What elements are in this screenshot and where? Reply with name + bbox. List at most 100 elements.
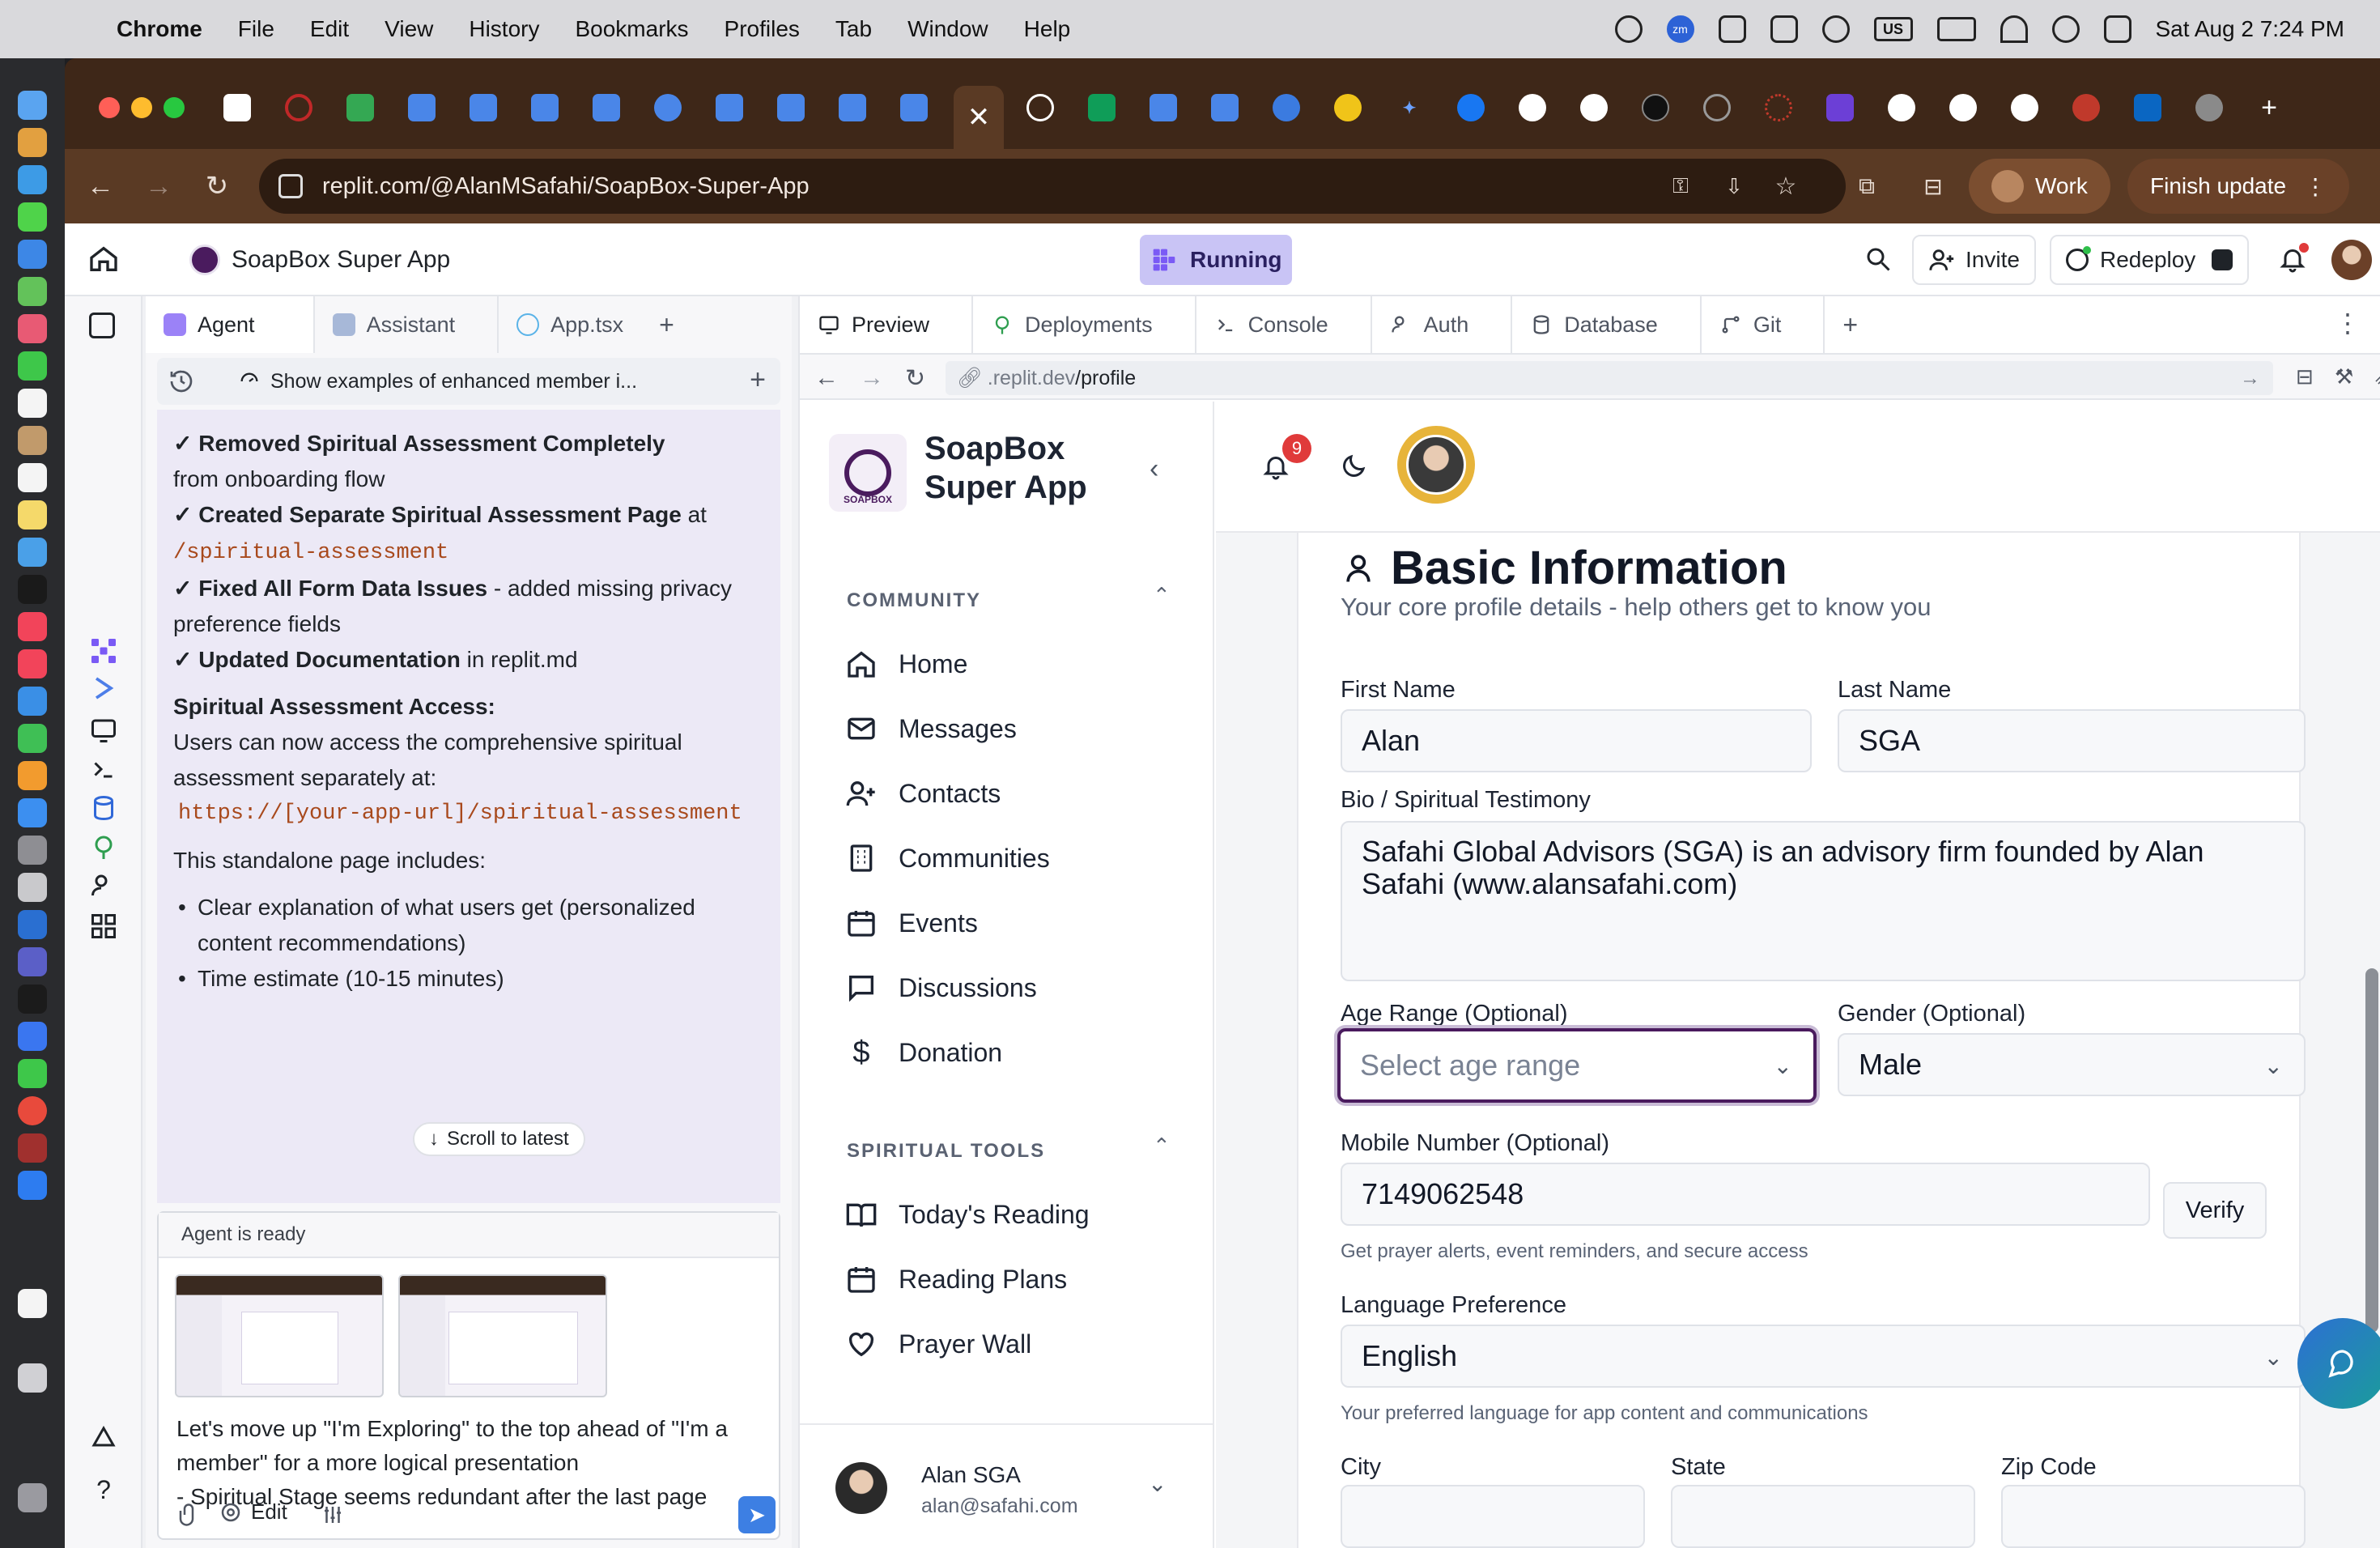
- menu-file[interactable]: File: [238, 16, 274, 42]
- nav-donation[interactable]: $ Donation: [845, 1028, 1002, 1077]
- menu-profiles[interactable]: Profiles: [725, 16, 800, 42]
- input-source-icon[interactable]: US: [1873, 17, 1913, 41]
- nav-communities[interactable]: Communities: [845, 834, 1050, 882]
- tab-database[interactable]: Database: [1512, 296, 1702, 353]
- profile-avatar[interactable]: [1397, 426, 1475, 504]
- bookmark-star-icon[interactable]: ☆: [1770, 170, 1802, 202]
- attach-icon[interactable]: [176, 1503, 201, 1527]
- tab-icon[interactable]: [1765, 94, 1792, 121]
- chevron-up-icon[interactable]: ⌃: [1153, 1133, 1171, 1159]
- sliders-icon[interactable]: [321, 1503, 345, 1527]
- document-icon[interactable]: [18, 1289, 47, 1318]
- play-icon[interactable]: [1821, 15, 1850, 43]
- tab-icon[interactable]: [1703, 94, 1731, 121]
- preview-url-input[interactable]: 🔗︎ .replit.dev /profile →: [946, 361, 2273, 395]
- sheets-tab-icon[interactable]: [1088, 94, 1116, 121]
- outlook-icon[interactable]: [1718, 15, 1746, 43]
- tab-icon[interactable]: [1273, 94, 1300, 121]
- run-status-button[interactable]: Running: [1140, 235, 1292, 285]
- preview-forward-icon[interactable]: →: [860, 364, 884, 392]
- preview-rail-icon[interactable]: [89, 716, 118, 745]
- control-center-icon[interactable]: [2103, 15, 2131, 43]
- extensions-icon[interactable]: ⧉: [1851, 170, 1883, 202]
- google-tab-icon[interactable]: [1888, 94, 1915, 121]
- nav-reading-plans[interactable]: Reading Plans: [845, 1255, 1067, 1303]
- mobile-input[interactable]: 7149062548: [1341, 1163, 2150, 1226]
- tab-agent[interactable]: Agent: [146, 296, 315, 353]
- messages-icon[interactable]: [18, 202, 47, 232]
- first-name-input[interactable]: Alan: [1341, 709, 1812, 772]
- docs-tab-icon[interactable]: [408, 94, 436, 121]
- music-icon[interactable]: [18, 612, 47, 641]
- nav-prayer-wall[interactable]: Prayer Wall: [845, 1320, 1031, 1368]
- launchpad-icon[interactable]: [18, 128, 47, 157]
- drive-tab-icon[interactable]: [346, 94, 374, 121]
- reload-icon[interactable]: ↻: [201, 170, 233, 202]
- chevron-up-icon[interactable]: ⌃: [1153, 583, 1171, 608]
- tab-icon[interactable]: [654, 94, 682, 121]
- signal-icon[interactable]: [18, 1022, 47, 1051]
- docs-tab-icon[interactable]: [531, 94, 559, 121]
- downloads-icon[interactable]: [18, 1363, 47, 1393]
- password-key-icon[interactable]: ⚿: [1664, 170, 1697, 202]
- tab-icon[interactable]: [1334, 94, 1362, 121]
- gender-select[interactable]: Male ⌄: [1838, 1033, 2306, 1096]
- facetime-icon[interactable]: [18, 351, 47, 381]
- terminal-icon[interactable]: [18, 985, 47, 1014]
- new-pane-tab-button[interactable]: +: [1825, 296, 1876, 353]
- devtools-icon[interactable]: ⚒: [2335, 364, 2353, 389]
- search-icon[interactable]: [2051, 15, 2080, 43]
- docs-tab-icon[interactable]: [900, 94, 928, 121]
- collapse-sidebar-icon[interactable]: ‹: [1150, 453, 1158, 485]
- wifi-icon[interactable]: [2000, 15, 2028, 43]
- zoom-icon[interactable]: zm: [1666, 15, 1694, 43]
- panel-menu-icon[interactable]: ⋮: [2335, 308, 2361, 338]
- freeform-icon[interactable]: [18, 538, 47, 567]
- maps-icon[interactable]: [18, 277, 47, 306]
- zoom-window-button[interactable]: [164, 97, 185, 118]
- agent-rail-icon[interactable]: [89, 636, 118, 666]
- new-pane-tab-button[interactable]: +: [641, 296, 692, 353]
- more-menu-icon[interactable]: ⋮: [2304, 173, 2327, 200]
- verify-button[interactable]: Verify: [2163, 1182, 2267, 1239]
- active-tab[interactable]: ✕: [954, 86, 1004, 149]
- deployments-rail-icon[interactable]: [89, 832, 118, 861]
- contacts-icon[interactable]: [18, 426, 47, 455]
- accessibility-icon[interactable]: [1614, 15, 1643, 43]
- nav-events[interactable]: Events: [845, 899, 978, 947]
- photos-icon[interactable]: [18, 314, 47, 343]
- go-arrow-icon[interactable]: →: [2240, 367, 2260, 390]
- home-icon[interactable]: [87, 243, 120, 275]
- help-icon[interactable]: ?: [89, 1475, 118, 1504]
- devices-icon[interactable]: ⊟: [2296, 364, 2314, 389]
- docs-tab-icon[interactable]: [1150, 94, 1177, 121]
- site-info-icon[interactable]: [278, 174, 303, 198]
- menu-help[interactable]: Help: [1024, 16, 1071, 42]
- zoom-dock-icon[interactable]: [18, 1171, 47, 1200]
- project-title[interactable]: SoapBox Super App: [189, 223, 450, 296]
- search-icon[interactable]: [1864, 245, 1893, 274]
- nav-messages[interactable]: Messages: [845, 704, 1017, 753]
- trash-icon[interactable]: [18, 1483, 47, 1512]
- notes-icon[interactable]: [18, 500, 47, 529]
- menu-view[interactable]: View: [385, 16, 433, 42]
- app-store-icon[interactable]: [18, 798, 47, 827]
- state-select[interactable]: [1671, 1485, 1975, 1548]
- menu-clock[interactable]: Sat Aug 2 7:24 PM: [2156, 16, 2345, 42]
- console-rail-icon[interactable]: [89, 755, 118, 784]
- language-select[interactable]: English ⌄: [1341, 1325, 2306, 1388]
- preview-icon[interactable]: [18, 873, 47, 902]
- docs-tab-icon[interactable]: [593, 94, 620, 121]
- edit-button[interactable]: Edit: [219, 1499, 287, 1525]
- database-rail-icon[interactable]: [89, 793, 118, 823]
- back-icon[interactable]: ←: [84, 170, 117, 202]
- city-input[interactable]: [1341, 1485, 1645, 1548]
- reminders-icon[interactable]: [18, 463, 47, 492]
- docs-tab-icon[interactable]: [839, 94, 866, 121]
- last-name-input[interactable]: SGA: [1838, 709, 2306, 772]
- support-chat-button[interactable]: [2297, 1318, 2380, 1409]
- nav-home[interactable]: Home: [845, 640, 967, 688]
- globe-tab-icon[interactable]: [2195, 94, 2223, 121]
- deploy-menu-icon[interactable]: [2212, 249, 2233, 270]
- bio-textarea[interactable]: Safahi Global Advisors (SGA) is an advis…: [1341, 821, 2306, 981]
